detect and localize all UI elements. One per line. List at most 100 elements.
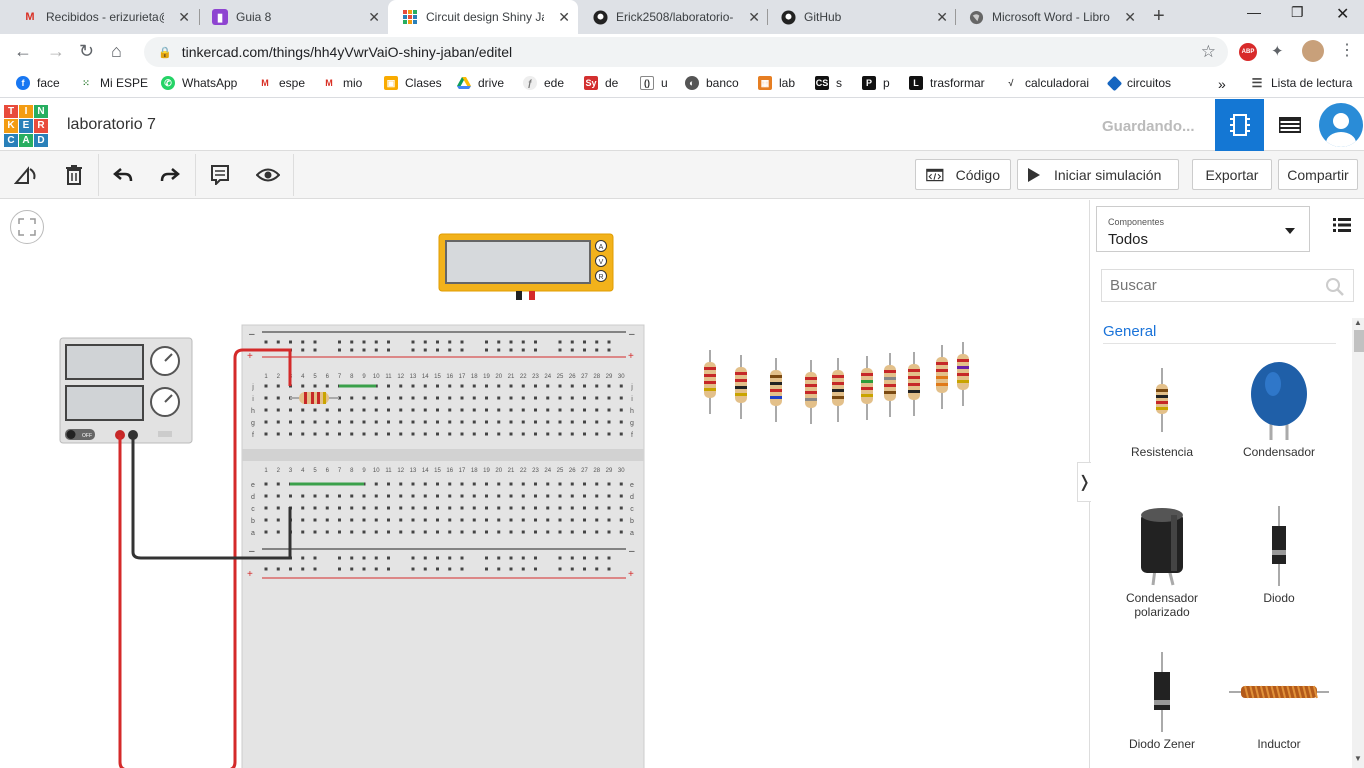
multimeter[interactable]: A V R: [438, 233, 614, 300]
menu-icon[interactable]: ⋮: [1339, 40, 1355, 60]
row-letter: f: [631, 432, 633, 439]
bookmark-banco[interactable]: ◐ banco: [685, 76, 739, 90]
share-button[interactable]: Compartir: [1278, 159, 1358, 190]
bookmark-p[interactable]: Pp: [862, 76, 890, 90]
power-supply[interactable]: OFF: [59, 337, 193, 444]
bookmark-drive[interactable]: drive: [457, 76, 504, 90]
reading-list-button[interactable]: ☰ Lista de lectura: [1250, 76, 1352, 90]
search-icon[interactable]: [1325, 277, 1345, 297]
breadboard[interactable]: – – + + – – + + 112233445566778899101011…: [241, 324, 645, 768]
components-filter-select[interactable]: Componentes Todos: [1096, 206, 1310, 252]
bookmark-u[interactable]: () u: [640, 76, 668, 90]
new-tab-button[interactable]: +: [1153, 5, 1165, 28]
tab-github-repo[interactable]: Erick2508/laboratorio-7 ✕: [578, 0, 768, 34]
code-button[interactable]: Código: [915, 159, 1011, 190]
component-resistor[interactable]: Resistencia: [1103, 355, 1221, 459]
collapse-panel-button[interactable]: ❭: [1077, 462, 1091, 502]
window-close-button[interactable]: ✕: [1336, 4, 1349, 24]
forward-icon[interactable]: →: [47, 41, 65, 62]
maximize-button[interactable]: ❐: [1291, 4, 1304, 21]
notes-button[interactable]: [206, 161, 234, 189]
export-button[interactable]: Exportar: [1192, 159, 1272, 190]
component-zener-diode[interactable]: Diodo Zener: [1103, 647, 1221, 751]
component-list-view-button[interactable]: [1268, 99, 1312, 151]
bookmark-espe[interactable]: Mespe: [258, 76, 305, 90]
address-bar[interactable]: 🔒 tinkercad.com/things/hh4yVwrVaiO-shiny…: [144, 37, 1228, 67]
bookmark-de[interactable]: Sy de: [584, 76, 618, 90]
bookmark-star-icon[interactable]: ☆: [1201, 42, 1216, 62]
resistor[interactable]: [832, 358, 844, 422]
component-diode[interactable]: Diodo: [1220, 501, 1338, 605]
user-avatar[interactable]: [1319, 103, 1363, 147]
more-bookmarks-icon[interactable]: »: [1218, 76, 1226, 92]
row-letter: h: [630, 408, 634, 415]
bookmark-face[interactable]: f face: [16, 76, 60, 90]
tab-title: GitHub: [804, 10, 842, 24]
resistor[interactable]: [957, 342, 969, 406]
close-icon[interactable]: ✕: [558, 9, 570, 26]
component-polarized-capacitor[interactable]: Condensador polarizado: [1103, 501, 1221, 619]
rotate-button[interactable]: [12, 161, 40, 189]
close-icon[interactable]: ✕: [1124, 9, 1136, 26]
tab-github[interactable]: GitHub ✕: [766, 0, 956, 34]
facebook-icon: f: [16, 76, 30, 90]
bookmark-s[interactable]: CS s: [815, 76, 842, 90]
resistor[interactable]: [884, 353, 896, 417]
tab-circuit-design[interactable]: Circuit design Shiny Jab ✕: [388, 0, 578, 34]
tab-title: Guia 8: [236, 10, 272, 24]
bookmark-circuitos[interactable]: circuitos: [1106, 75, 1171, 91]
back-icon[interactable]: ←: [14, 41, 32, 62]
resistor[interactable]: [805, 360, 817, 424]
component-inductor[interactable]: Inductor: [1220, 647, 1338, 751]
minimize-button[interactable]: —: [1247, 4, 1261, 20]
bookmark-mi-espe[interactable]: ⁙ Mi ESPE: [79, 76, 148, 90]
column-number: 18: [471, 374, 478, 380]
bookmark-clases[interactable]: ▣ Clases: [384, 76, 442, 90]
adblock-icon[interactable]: ABP: [1239, 43, 1257, 61]
reload-icon[interactable]: ↻: [79, 41, 94, 62]
resistor[interactable]: [908, 352, 920, 416]
circuit-canvas[interactable]: AVR OFF – – + + – – + + 1 1 2 2 3 3 4 4 …: [0, 200, 1089, 768]
component-capacitor[interactable]: Condensador: [1220, 355, 1338, 459]
tab-gmail[interactable]: M Recibidos - erizurieta@ ✕: [8, 0, 198, 34]
resistor[interactable]: [770, 358, 782, 422]
list-view-button[interactable]: [1333, 218, 1351, 237]
tab-word[interactable]: Microsoft Word - Librol ✕: [954, 0, 1144, 34]
bookmark-whatsapp[interactable]: ✆ WhatsApp: [161, 76, 237, 90]
bookmark-ede[interactable]: ƒ ede: [523, 76, 564, 90]
resistor-group[interactable]: [704, 342, 969, 424]
delete-button[interactable]: [60, 161, 88, 189]
resistor[interactable]: [735, 355, 747, 419]
column-number: 28: [593, 374, 600, 380]
profile-avatar[interactable]: [1302, 40, 1324, 62]
bookmark-lab[interactable]: ▦ lab: [758, 76, 795, 90]
tinkercad-logo[interactable]: TIN KER CAD: [4, 105, 48, 147]
resistor[interactable]: [861, 356, 873, 420]
close-icon[interactable]: ✕: [936, 9, 948, 26]
bookmark-calculadorai[interactable]: √ calculadorai: [1004, 76, 1089, 90]
list-icon: [1333, 218, 1351, 232]
bookmark-trasformar[interactable]: Ltrasformar: [909, 76, 985, 90]
undo-button[interactable]: [109, 161, 137, 189]
extensions-icon[interactable]: ✦: [1271, 42, 1284, 60]
row-letter: g: [251, 420, 255, 427]
bookmark-mio[interactable]: Mmio: [322, 76, 362, 90]
home-icon[interactable]: ⌂: [111, 41, 122, 62]
close-icon[interactable]: ✕: [368, 9, 380, 26]
start-simulation-button[interactable]: Iniciar simulación: [1017, 159, 1179, 190]
section-general[interactable]: General: [1103, 323, 1156, 340]
circuit-view-button[interactable]: [1215, 99, 1264, 151]
app-header: TIN KER CAD laboratorio 7 Guardando...: [0, 99, 1364, 151]
svg-text:+: +: [628, 569, 634, 580]
resistor[interactable]: [936, 345, 948, 409]
close-icon[interactable]: ✕: [748, 9, 760, 26]
search-input[interactable]: [1102, 270, 1302, 301]
panel-scrollbar[interactable]: ▲ ▼: [1352, 318, 1364, 768]
close-icon[interactable]: ✕: [178, 9, 190, 26]
row-letter: f: [252, 432, 254, 439]
project-name[interactable]: laboratorio 7: [67, 116, 156, 134]
visibility-button[interactable]: [254, 161, 282, 189]
redo-button[interactable]: [156, 161, 184, 189]
tab-guia-8[interactable]: ▮ Guia 8 ✕: [198, 0, 388, 34]
resistor[interactable]: [704, 350, 716, 414]
